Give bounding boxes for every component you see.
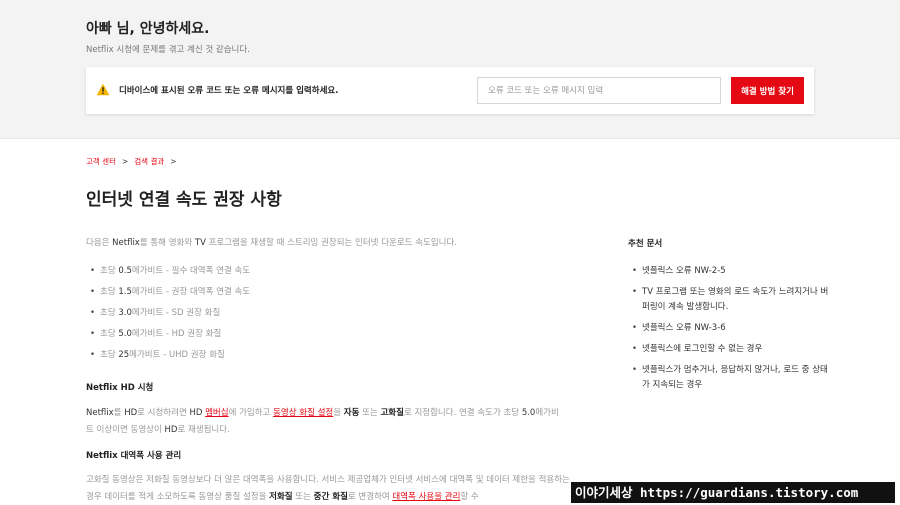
intro-part: 다음은 [86,238,113,248]
hd-section-heading: Netflix HD 시청 [86,383,154,393]
help-header: 아빠 님, 안녕하세요. Netflix 시청에 문제를 겪고 계신 것 같습니… [0,0,900,139]
recommended-article-link[interactable]: 넷플릭스 오류 NW-2-5 [632,264,832,279]
video-quality-settings-link[interactable]: 동영상 화질 설정 [273,408,333,418]
intro-netflix: Netflix [112,238,140,248]
recommended-article-link[interactable]: 넷플릭스가 멈추거나, 응답하지 않거나, 로드 중 상태가 지속되는 경우 [632,363,832,393]
breadcrumb: 고객 센터 > 검색 결과 > [86,156,183,167]
membership-link[interactable]: 멤버십 [205,408,228,418]
error-search-card: 디바이스에 표시된 오류 코드 또는 오류 메시지를 입력하세요. 해결 방법 … [86,67,814,114]
speed-item: 초당 25메가비트 - UHD 권장 화질 [90,348,250,369]
recommended-article-link[interactable]: TV 프로그램 또는 영화의 로드 속도가 느려지거나 버퍼링이 계속 발생합니… [632,285,832,315]
breadcrumb-separator: > [121,157,129,166]
speed-item: 초당 1.5메가비트 - 권장 대역폭 연결 속도 [90,285,250,306]
page-title: 인터넷 연결 속도 권장 사항 [86,190,282,210]
recommended-article-link[interactable]: 넷플릭스 오류 NW-3-6 [632,321,832,336]
breadcrumb-help-center[interactable]: 고객 센터 [86,157,116,166]
greeting: 아빠 님, 안녕하세요. [86,21,210,37]
breadcrumb-search-results[interactable]: 검색 결과 [134,157,164,166]
speed-item: 초당 5.0메가비트 - HD 권장 화질 [90,327,250,348]
speed-item: 초당 3.0메가비트 - SD 권장 화질 [90,306,250,327]
recommended-article-link[interactable]: 넷플릭스에 로그인할 수 없는 경우 [632,342,832,357]
manage-bandwidth-link[interactable]: 대역폭 사용을 관리 [392,492,460,502]
bandwidth-section-heading: Netflix 대역폭 사용 관리 [86,451,182,461]
recommended-articles-list: 넷플릭스 오류 NW-2-5 TV 프로그램 또는 영화의 로드 속도가 느려지… [632,264,832,399]
bandwidth-paragraph: 고화질 동영상은 저화질 동영상보다 더 많은 대역폭을 사용합니다. 서비스 … [86,475,570,502]
greeting-subtitle: Netflix 시청에 문제를 겪고 계신 것 같습니다. [86,45,250,55]
intro-tv: TV [194,238,206,248]
warning-icon [96,83,110,96]
error-search-input[interactable] [477,77,721,104]
intro-part: 프로그램을 재생할 때 스트리밍 권장되는 인터넷 다운로드 속도입니다. [205,238,457,248]
speed-list: 초당 0.5메가비트 - 필수 대역폭 연결 속도 초당 1.5메가비트 - 권… [90,264,250,369]
watermark-label: 이야기세상 https://guardians.tistory.com [571,482,895,503]
hd-paragraph: Netflix를 HD로 시청하려면 HD 멤버십에 가입하고 동영상 화질 설… [86,408,559,435]
error-prompt: 디바이스에 표시된 오류 코드 또는 오류 메시지를 입력하세요. [119,86,339,96]
find-solution-button[interactable]: 해결 방법 찾기 [731,77,804,104]
intro-text: 다음은 Netflix를 통해 영화와 TV 프로그램을 재생할 때 스트리밍 … [86,236,457,248]
breadcrumb-separator: > [170,157,177,166]
recommended-articles-heading: 추천 문서 [628,239,663,249]
speed-item: 초당 0.5메가비트 - 필수 대역폭 연결 속도 [90,264,250,285]
intro-part: 를 통해 영화와 [139,238,195,248]
